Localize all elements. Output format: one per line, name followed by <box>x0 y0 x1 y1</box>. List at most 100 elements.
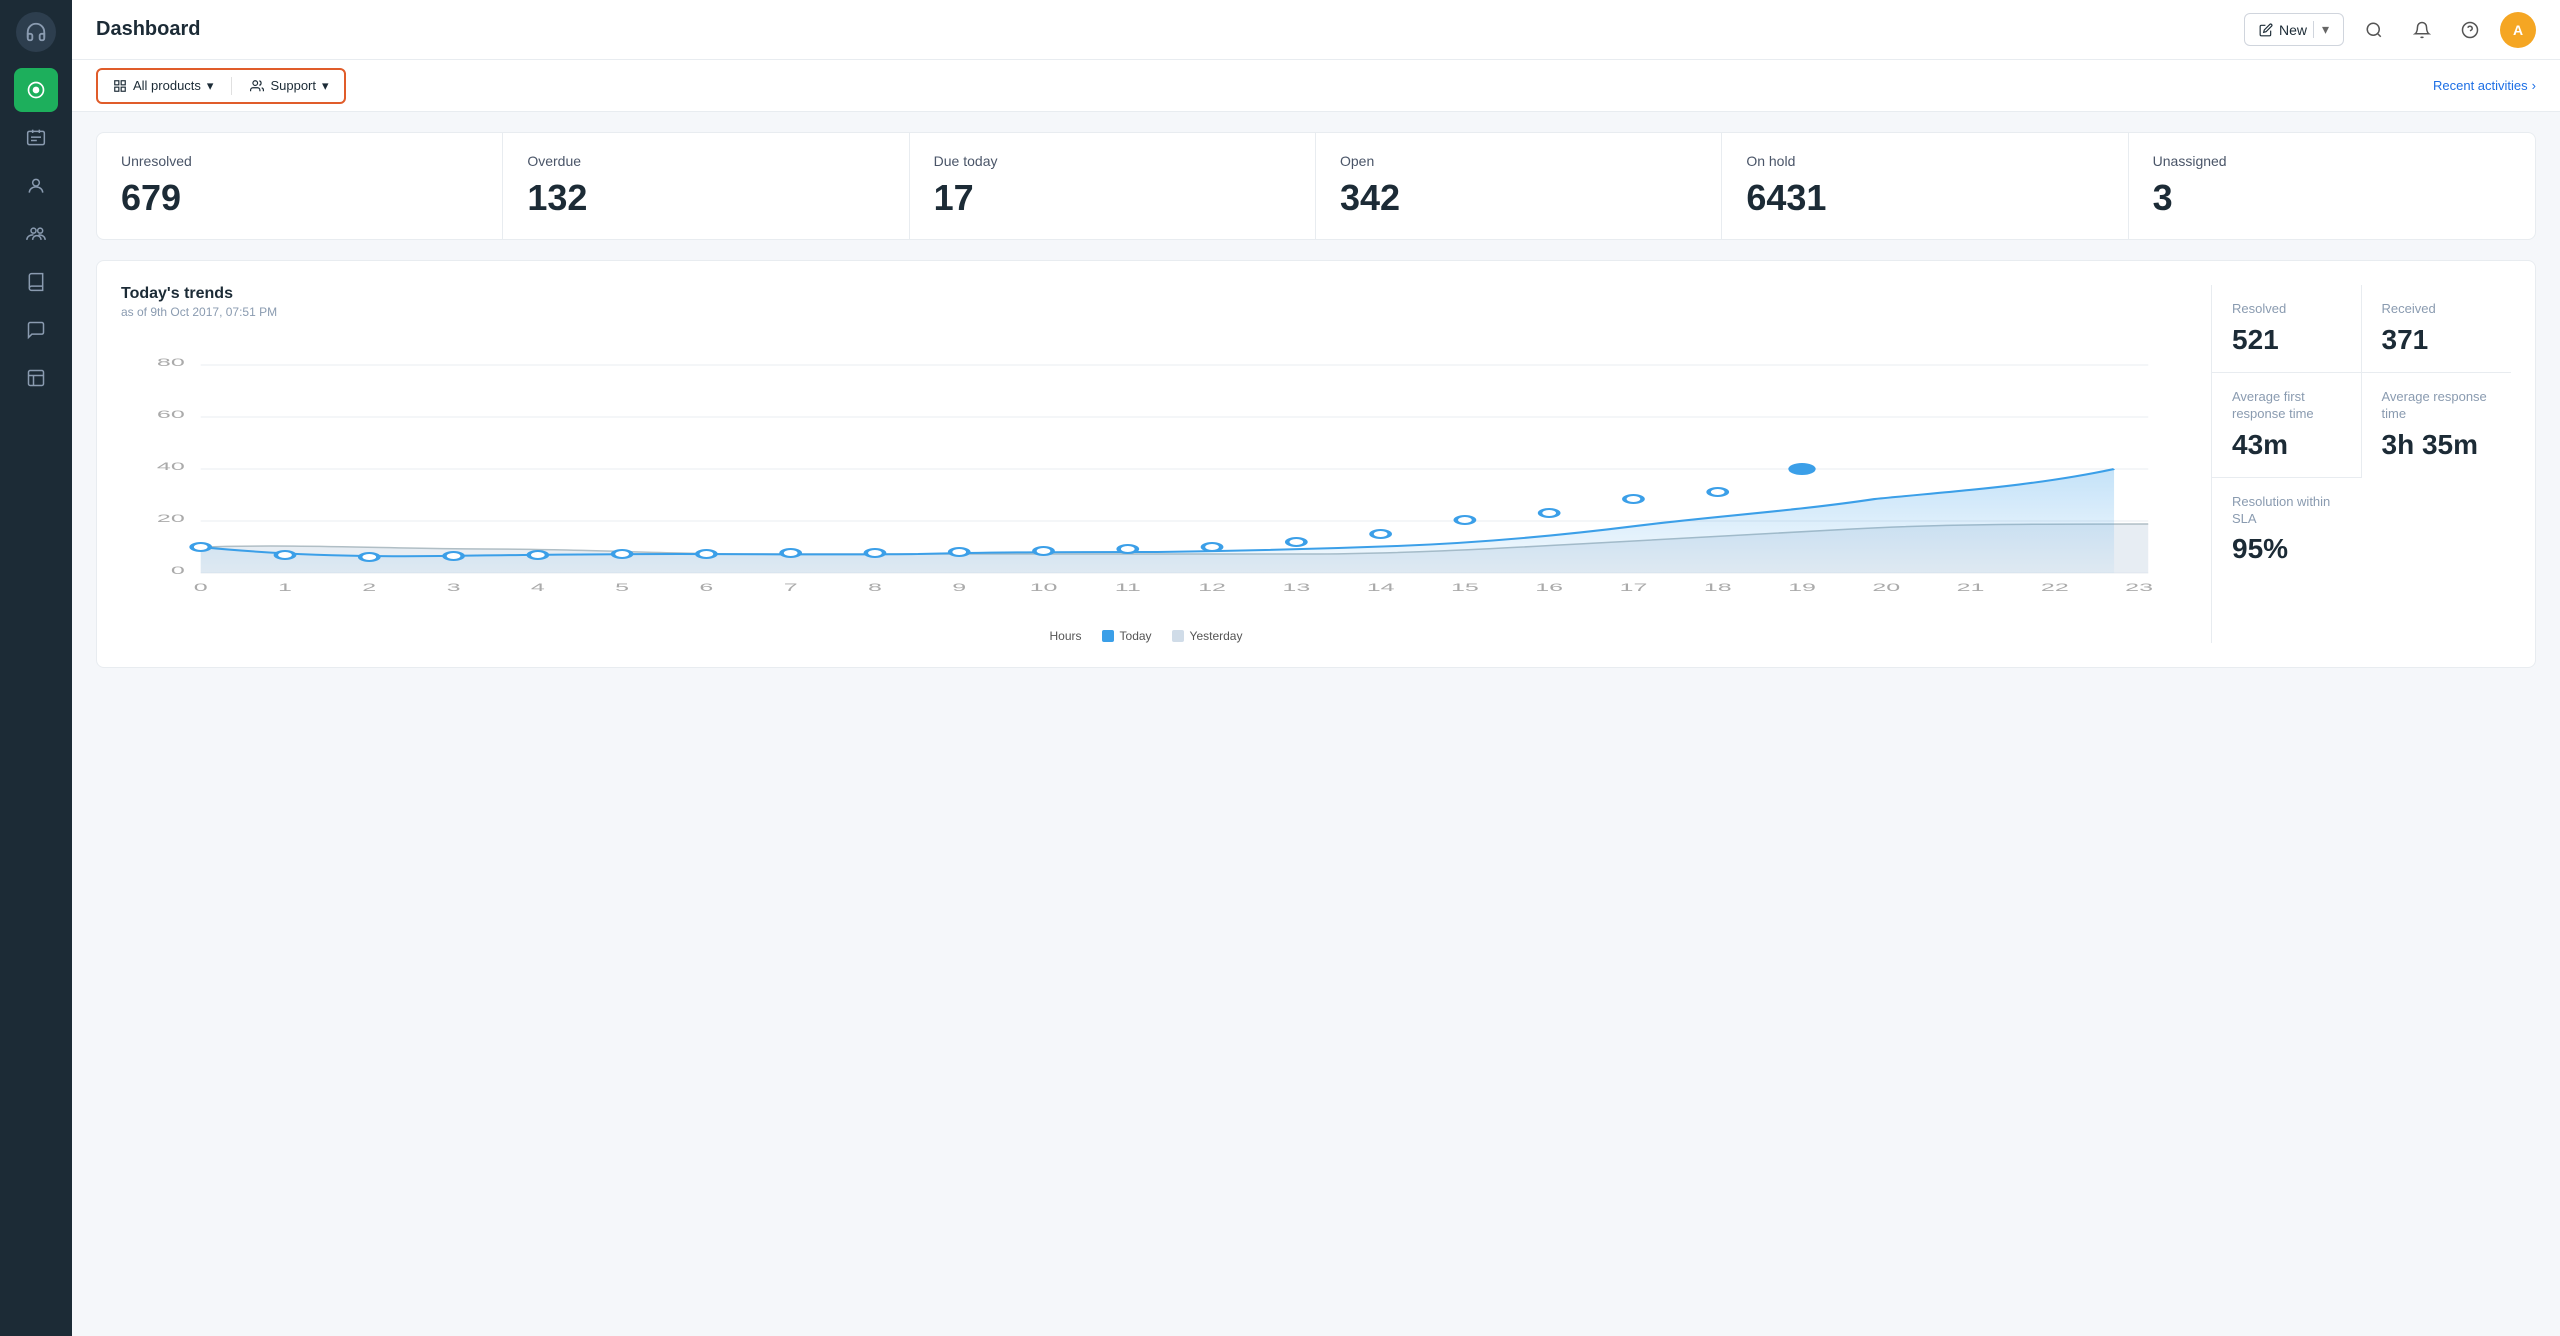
svg-text:40: 40 <box>157 460 185 473</box>
sidebar-item-groups[interactable] <box>14 212 58 256</box>
stat-label-on-hold: On hold <box>1746 153 2103 169</box>
metric-label-sla: Resolution withinSLA <box>2232 494 2491 528</box>
svg-text:18: 18 <box>1704 581 1732 594</box>
help-icon <box>2461 21 2479 39</box>
metric-label-avg-first-response: Average firstresponse time <box>2232 389 2341 423</box>
sidebar-item-chat[interactable] <box>14 308 58 352</box>
svg-text:0: 0 <box>194 581 208 594</box>
stat-value-overdue: 132 <box>527 177 884 219</box>
trend-chart: 0 20 40 60 80 <box>121 339 2171 599</box>
svg-text:23: 23 <box>2125 581 2153 594</box>
grid-icon <box>113 79 127 93</box>
search-button[interactable] <box>2356 12 2392 48</box>
main-area: Dashboard New ▾ <box>72 0 2560 1336</box>
stat-value-unassigned: 3 <box>2153 177 2511 219</box>
filter-group: All products ▾ Support ▾ <box>96 68 346 104</box>
new-button-label: New <box>2279 22 2307 38</box>
stat-open: Open 342 <box>1316 133 1722 239</box>
svg-text:20: 20 <box>157 512 185 525</box>
chart-left: Today's trends as of 9th Oct 2017, 07:51… <box>121 285 2171 643</box>
chart-legend: Hours Today Yesterday <box>121 629 2171 643</box>
help-button[interactable] <box>2452 12 2488 48</box>
sidebar-item-contacts[interactable] <box>14 164 58 208</box>
svg-text:16: 16 <box>1535 581 1563 594</box>
svg-text:20: 20 <box>1872 581 1900 594</box>
chart-title: Today's trends <box>121 285 2171 303</box>
svg-text:17: 17 <box>1620 581 1648 594</box>
stat-unresolved: Unresolved 679 <box>97 133 503 239</box>
metric-avg-response: Average responsetime 3h 35m <box>2362 373 2512 478</box>
all-products-label: All products <box>133 78 201 93</box>
sidebar-item-dashboard[interactable] <box>14 68 58 112</box>
filter-divider <box>231 77 232 95</box>
page-title: Dashboard <box>96 18 200 41</box>
svg-text:2: 2 <box>362 581 376 594</box>
metric-value-avg-response: 3h 35m <box>2382 429 2492 461</box>
svg-text:15: 15 <box>1451 581 1479 594</box>
stat-value-open: 342 <box>1340 177 1697 219</box>
stat-due-today: Due today 17 <box>910 133 1316 239</box>
svg-text:13: 13 <box>1282 581 1310 594</box>
header: Dashboard New ▾ <box>72 0 2560 60</box>
svg-text:21: 21 <box>1957 581 1985 594</box>
svg-text:11: 11 <box>1115 581 1141 594</box>
svg-text:4: 4 <box>531 581 545 594</box>
recent-activities-label: Recent activities <box>2433 78 2528 93</box>
metric-avg-first-response: Average firstresponse time 43m <box>2212 373 2362 478</box>
new-button-arrow[interactable]: ▾ <box>2313 21 2329 38</box>
stat-label-overdue: Overdue <box>527 153 884 169</box>
all-products-chevron: ▾ <box>207 78 214 94</box>
metric-value-received: 371 <box>2382 324 2492 356</box>
sidebar-logo <box>16 12 56 52</box>
svg-text:22: 22 <box>2041 581 2069 594</box>
stat-unassigned: Unassigned 3 <box>2129 133 2535 239</box>
chart-x-label: Hours <box>1050 629 1082 643</box>
chart-subtitle: as of 9th Oct 2017, 07:51 PM <box>121 305 2171 319</box>
support-label: Support <box>270 78 316 93</box>
metric-value-avg-first-response: 43m <box>2232 429 2341 461</box>
legend-dot-today <box>1102 630 1114 642</box>
metric-resolved: Resolved 521 <box>2212 285 2362 373</box>
sidebar-item-tickets[interactable] <box>14 116 58 160</box>
svg-text:7: 7 <box>784 581 798 594</box>
recent-activities-link[interactable]: Recent activities › <box>2433 78 2536 93</box>
svg-text:80: 80 <box>157 356 185 369</box>
metric-label-received: Received <box>2382 301 2492 318</box>
stat-label-open: Open <box>1340 153 1697 169</box>
metric-value-sla: 95% <box>2232 533 2491 565</box>
svg-text:60: 60 <box>157 408 185 421</box>
stat-label-due-today: Due today <box>934 153 1291 169</box>
stat-value-on-hold: 6431 <box>1746 177 2103 219</box>
compose-icon <box>2259 23 2273 37</box>
svg-text:6: 6 <box>699 581 713 594</box>
svg-text:1: 1 <box>278 581 292 594</box>
legend-today-label: Today <box>1120 629 1152 643</box>
new-button[interactable]: New ▾ <box>2244 13 2344 46</box>
stat-value-due-today: 17 <box>934 177 1291 219</box>
legend-today: Today <box>1102 629 1152 643</box>
legend-yesterday: Yesterday <box>1172 629 1243 643</box>
stat-value-unresolved: 679 <box>121 177 478 219</box>
chart-container: 0 20 40 60 80 <box>121 339 2171 619</box>
metric-sla: Resolution withinSLA 95% <box>2212 478 2511 582</box>
metric-value-resolved: 521 <box>2232 324 2341 356</box>
all-products-filter[interactable]: All products ▾ <box>101 73 225 99</box>
legend-dot-yesterday <box>1172 630 1184 642</box>
sidebar-item-knowledge[interactable] <box>14 260 58 304</box>
bell-icon <box>2413 21 2431 39</box>
support-filter[interactable]: Support ▾ <box>238 73 340 99</box>
support-chevron: ▾ <box>322 78 329 94</box>
svg-text:10: 10 <box>1030 581 1058 594</box>
sidebar-item-reports[interactable] <box>14 356 58 400</box>
svg-text:5: 5 <box>615 581 629 594</box>
svg-text:14: 14 <box>1367 581 1395 594</box>
metric-label-resolved: Resolved <box>2232 301 2341 318</box>
avatar[interactable]: A <box>2500 12 2536 48</box>
svg-text:9: 9 <box>952 581 966 594</box>
stat-overdue: Overdue 132 <box>503 133 909 239</box>
metric-label-avg-response: Average responsetime <box>2382 389 2492 423</box>
notifications-button[interactable] <box>2404 12 2440 48</box>
stat-label-unassigned: Unassigned <box>2153 153 2511 169</box>
svg-text:19: 19 <box>1788 581 1816 594</box>
svg-text:0: 0 <box>171 564 185 577</box>
